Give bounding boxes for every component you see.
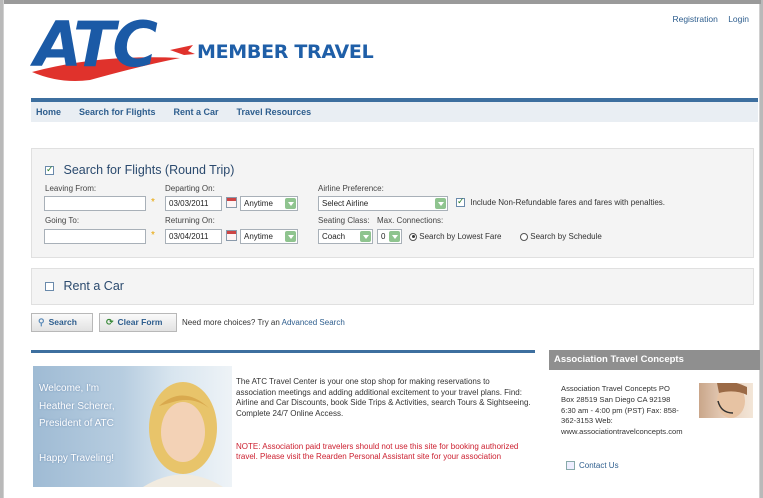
chevron-down-icon — [360, 231, 371, 242]
going-to-label: Going To: — [45, 216, 80, 225]
sidebar-address: Association Travel Concepts PO Box 28519… — [561, 384, 701, 438]
intro-text: The ATC Travel Center is your one stop s… — [236, 377, 531, 418]
lowest-fare-option[interactable]: Search by Lowest Fare — [409, 232, 502, 241]
agent-photo — [699, 383, 753, 418]
chevron-down-icon — [389, 231, 400, 242]
returning-date-input[interactable]: 03/04/2011 — [165, 229, 222, 244]
note-text: NOTE: Association paid travelers should … — [236, 442, 519, 461]
registration-link[interactable]: Registration — [672, 14, 717, 24]
clear-form-button[interactable]: ⟳ Clear Form — [99, 313, 177, 332]
calendar-icon[interactable] — [226, 197, 237, 208]
caption-line — [39, 433, 115, 451]
logo-mark: ATC — [34, 8, 158, 81]
seating-class-value: Coach — [322, 232, 346, 241]
going-to-input[interactable] — [44, 229, 146, 244]
nav-rent-car[interactable]: Rent a Car — [174, 102, 219, 122]
leaving-from-label: Leaving From: — [45, 184, 97, 193]
caption-line: President of ATC — [39, 418, 114, 429]
top-strip — [4, 0, 761, 4]
schedule-option[interactable]: Search by Schedule — [520, 232, 602, 241]
nav-travel-resources[interactable]: Travel Resources — [237, 102, 312, 122]
chevron-down-icon — [285, 198, 296, 209]
rent-car-panel: Rent a Car — [31, 268, 754, 305]
contact-icon — [566, 461, 575, 471]
departing-time-select[interactable]: Anytime — [240, 196, 298, 211]
returning-time-select[interactable]: Anytime — [240, 229, 298, 244]
address-line: www.associationtravelconcepts.com — [561, 427, 683, 437]
contact-us-link[interactable]: Contact Us — [566, 461, 619, 471]
search-button-label: Search — [48, 317, 77, 327]
address-line: Association Travel Concepts PO — [561, 384, 670, 393]
airline-select[interactable]: Select Airline — [318, 196, 448, 211]
required-star-icon: * — [151, 230, 155, 241]
chevron-down-icon — [435, 198, 446, 209]
contact-sidebar: Association Travel Concepts Association … — [549, 350, 760, 495]
contact-us-label: Contact Us — [579, 461, 619, 470]
address-line: Box 28519 San Diego CA 92198 — [561, 394, 671, 404]
advanced-search-link[interactable]: Advanced Search — [282, 318, 345, 327]
schedule-radio[interactable] — [520, 232, 528, 241]
flight-search-checkbox[interactable] — [45, 164, 54, 176]
returning-label: Returning On: — [165, 216, 215, 225]
max-connections-label: Max. Connections: — [377, 216, 444, 225]
seating-class-label: Seating Class: — [318, 216, 370, 225]
login-link[interactable]: Login — [728, 14, 749, 24]
airline-value: Select Airline — [322, 199, 369, 208]
president-photo: Welcome, I'm Heather Scherer, President … — [33, 366, 232, 487]
more-choices-text: Need more choices? Try an Advanced Searc… — [182, 318, 345, 327]
leaving-from-input[interactable] — [44, 196, 146, 211]
departing-time-value: Anytime — [244, 199, 273, 208]
atc-logo[interactable]: ATC MEMBER TRAVEL — [30, 8, 390, 90]
flight-search-title: Search for Flights (Round Trip) — [63, 163, 235, 177]
photo-caption: Welcome, I'm Heather Scherer, President … — [39, 380, 115, 468]
caption-line: Welcome, I'm — [39, 383, 100, 394]
schedule-label: Search by Schedule — [530, 232, 602, 241]
nonrefundable-option[interactable]: Include Non-Refundable fares and fares w… — [456, 196, 666, 208]
logo-tagline: MEMBER TRAVEL — [197, 41, 374, 63]
sidebar-title: Association Travel Concepts — [549, 350, 760, 370]
airline-preference-label: Airline Preference: — [318, 184, 384, 193]
lowest-fare-radio[interactable] — [409, 232, 417, 241]
required-star-icon: * — [151, 197, 155, 208]
search-icon: ⚲ — [38, 317, 45, 327]
seating-class-select[interactable]: Coach — [318, 229, 373, 244]
calendar-icon[interactable] — [226, 230, 237, 241]
nonrefundable-label: Include Non-Refundable fares and fares w… — [470, 198, 666, 207]
more-choices-label: Need more choices? Try an — [182, 318, 280, 327]
page: Registration Login ATC MEMBER TRAVEL Hom… — [3, 0, 761, 498]
clear-form-label: Clear Form — [117, 317, 163, 327]
nav-home[interactable]: Home — [36, 102, 61, 122]
main-nav: Home Search for Flights Rent a Car Travel R… — [31, 98, 758, 122]
agent-headset-illustration — [717, 383, 747, 418]
nonrefundable-checkbox[interactable] — [456, 196, 465, 208]
address-line: 362-3153 Web: — [561, 416, 613, 426]
returning-time-value: Anytime — [244, 232, 273, 241]
departing-date-input[interactable]: 03/03/2011 — [165, 196, 222, 211]
chevron-down-icon — [285, 231, 296, 242]
flight-search-panel: Search for Flights (Round Trip) Leaving … — [31, 148, 754, 258]
rent-car-header: Rent a Car — [45, 279, 124, 293]
rent-car-title: Rent a Car — [63, 279, 124, 293]
flight-search-header: Search for Flights (Round Trip) — [45, 163, 234, 177]
refresh-icon: ⟳ — [106, 317, 114, 327]
welcome-section: Welcome, I'm Heather Scherer, President … — [31, 350, 535, 498]
caption-line: Heather Scherer, — [39, 400, 115, 412]
search-button[interactable]: ⚲ Search — [31, 313, 93, 332]
departing-label: Departing On: — [165, 184, 215, 193]
caption-line: Happy Traveling! — [39, 453, 115, 464]
nav-search-flights[interactable]: Search for Flights — [79, 102, 156, 122]
rent-car-checkbox[interactable] — [45, 282, 54, 292]
lowest-fare-label: Search by Lowest Fare — [419, 232, 502, 241]
max-connections-value: 0 — [381, 232, 386, 241]
top-links: Registration Login — [664, 14, 749, 24]
address-line: 6:30 am - 4:00 pm (PST) Fax: 858- — [561, 405, 679, 415]
max-connections-select[interactable]: 0 — [377, 229, 402, 244]
